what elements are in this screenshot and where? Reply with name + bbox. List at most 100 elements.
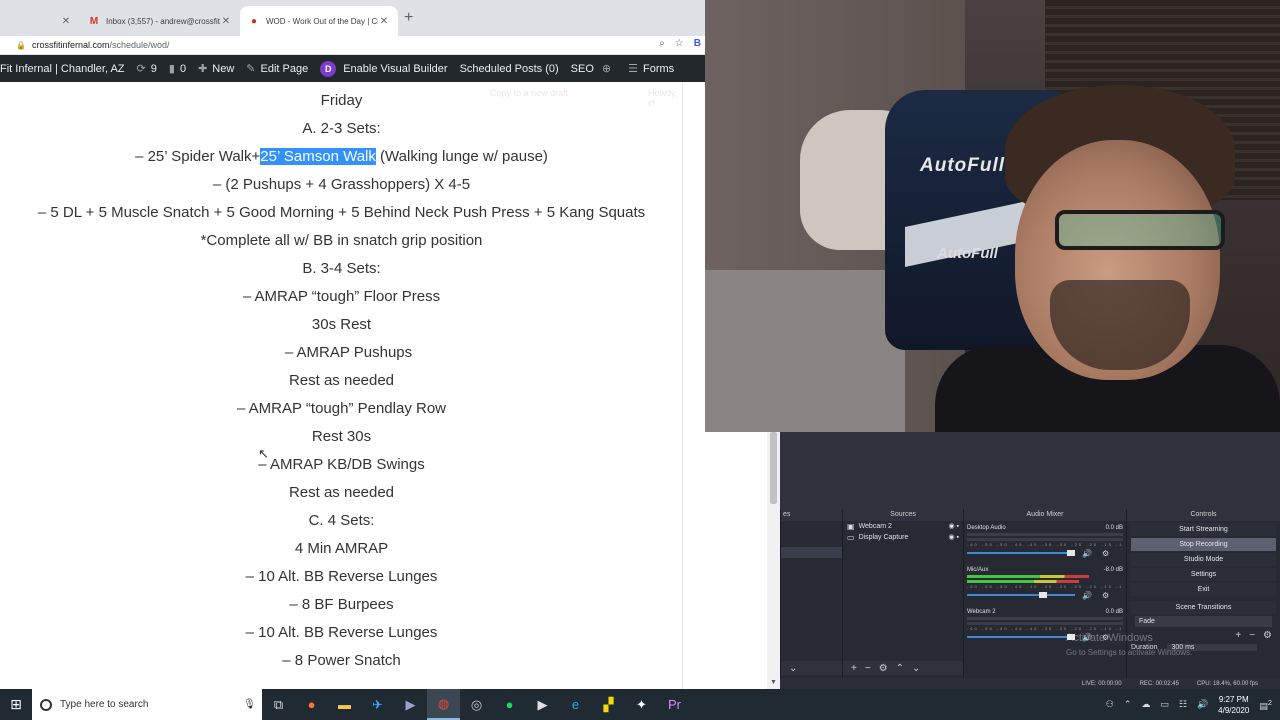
stop-recording-button[interactable]: Stop Recording xyxy=(1131,538,1276,551)
zoom-icon[interactable]: ⌕ xyxy=(659,38,665,49)
taskbar-search-box[interactable]: Type here to search 🎙 xyxy=(32,689,262,720)
add-icon[interactable]: + xyxy=(1235,630,1241,641)
add-icon[interactable]: + xyxy=(851,663,857,674)
admin-bar-updates[interactable]: ⟳ 9 xyxy=(137,62,157,76)
taskbar-clock[interactable]: 9:27 PM 4/9/2020 xyxy=(1218,694,1249,716)
eye-icon[interactable]: ◉ ▪ xyxy=(948,532,959,543)
webcam-sofa xyxy=(705,270,905,432)
volume-icon[interactable]: 🔊 xyxy=(1197,699,1208,710)
wod-line: Rest 30s xyxy=(311,428,372,445)
premiere-icon[interactable]: Pr xyxy=(658,689,691,720)
volume-meter xyxy=(967,575,1089,578)
transition-select[interactable]: Fade xyxy=(1135,616,1272,627)
desktop-screen: ✕ M Inbox (3,557) - andrew@crossfiti ✕ ●… xyxy=(0,0,1280,720)
wod-line: – 10 Alt. BB Reverse Lunges xyxy=(245,568,438,585)
volume-slider[interactable]: 🔊 ⚙ xyxy=(967,549,1123,558)
address-bar[interactable]: 🔒 crossfitinfernal.com/schedule/wod/ ⌕ ☆… xyxy=(0,36,705,55)
settings-button[interactable]: Settings xyxy=(1131,568,1276,581)
comment-icon: ▮ xyxy=(168,63,175,75)
bookmark-star-icon[interactable]: ☆ xyxy=(675,38,684,49)
sticky-app-icon[interactable]: ▞ xyxy=(592,689,625,720)
obs-icon[interactable]: ◎ xyxy=(460,689,493,720)
transition-toolbar: + − ⚙ xyxy=(1135,630,1272,641)
admin-bar-comments[interactable]: ▮ 0 xyxy=(168,62,186,76)
live-timer: LIVE: 00:00:00 xyxy=(1081,680,1122,687)
admin-bar-visual-builder[interactable]: D Enable Visual Builder xyxy=(320,60,448,77)
speaker-icon[interactable]: 🔊 xyxy=(1082,591,1092,600)
notification-count: 2 xyxy=(1267,697,1272,707)
controls-header: Controls xyxy=(1127,509,1280,521)
gear-icon[interactable]: ⚙ xyxy=(1263,630,1272,641)
extension-icon[interactable]: B xyxy=(694,38,701,49)
gear-icon[interactable]: ⚙ xyxy=(879,663,888,674)
scrollbar-thumb[interactable] xyxy=(770,432,777,504)
admin-bar-new[interactable]: ✚ New xyxy=(198,62,234,76)
media-player-icon[interactable]: ▶ xyxy=(394,689,427,720)
move-down-icon[interactable]: ⌄ xyxy=(912,663,920,674)
gmail-icon: M xyxy=(89,15,99,27)
cloud-icon[interactable]: ☁ xyxy=(1141,699,1150,710)
page-scrollbar[interactable]: ▼ xyxy=(767,432,780,689)
notification-icon[interactable]: ▤2 xyxy=(1259,698,1272,712)
lock-icon: 🔒 xyxy=(16,40,26,50)
close-icon[interactable]: ✕ xyxy=(60,16,72,27)
mixer-channel-db: 0.0 dB xyxy=(1105,525,1123,531)
task-view-icon[interactable]: ⧉ xyxy=(262,689,295,720)
scene-item[interactable] xyxy=(781,547,842,558)
admin-bar-seo[interactable]: SEO ⊕ xyxy=(571,62,616,76)
new-tab-icon[interactable]: + xyxy=(404,9,413,27)
file-explorer-icon[interactable]: ▬ xyxy=(328,689,361,720)
start-streaming-button[interactable]: Start Streaming xyxy=(1131,523,1276,536)
chevron-up-icon[interactable]: ⌃ xyxy=(1124,699,1132,710)
battery-icon[interactable]: ▭ xyxy=(1160,699,1169,710)
remove-icon[interactable]: − xyxy=(1249,630,1255,641)
edge-icon[interactable]: e xyxy=(559,689,592,720)
chevron-down-icon[interactable]: ⌄ xyxy=(789,663,797,674)
source-item[interactable]: ▭ Display Capture ◉ ▪ xyxy=(843,532,963,543)
chrome-icon[interactable]: ◍ xyxy=(427,689,460,720)
admin-bar-edit-page[interactable]: ✎ Edit Page xyxy=(246,62,308,76)
speaker-icon[interactable]: 🔊 xyxy=(1082,549,1092,558)
browser-tab-1[interactable]: ✕ xyxy=(0,6,80,36)
wod-line: – AMRAP “tough” Pendlay Row xyxy=(237,400,446,417)
sources-toolbar: + − ⚙ ⌃ ⌄ xyxy=(843,661,963,675)
firefox-icon[interactable]: ● xyxy=(295,689,328,720)
app-settings-icon[interactable]: ✦ xyxy=(625,689,658,720)
person-icon[interactable]: ⚇ xyxy=(1106,699,1114,710)
video-app-icon[interactable]: ▶ xyxy=(526,689,559,720)
wod-line: – AMRAP KB/DB Swings xyxy=(258,456,425,473)
source-item[interactable]: ▣ Webcam 2 ◉ ▪ xyxy=(843,521,963,532)
network-icon[interactable]: ☷ xyxy=(1179,699,1187,710)
mixer-channel-name: Webcam 2 xyxy=(967,609,996,615)
browser-tab-gmail[interactable]: M Inbox (3,557) - andrew@crossfiti ✕ xyxy=(80,6,240,36)
studio-mode-button[interactable]: Studio Mode xyxy=(1131,553,1276,566)
url-host: crossfitinfernal.com xyxy=(31,40,110,50)
url-text[interactable]: crossfitinfernal.com/schedule/wod/ xyxy=(32,40,170,50)
browser-tab-wod[interactable]: ● WOD - Work Out of the Day | Cr ✕ xyxy=(240,6,398,36)
gear-icon[interactable]: ⚙ xyxy=(1102,591,1109,600)
slider-knob[interactable] xyxy=(1039,592,1047,598)
mouse-cursor-icon: ↖ xyxy=(258,446,269,461)
updates-count: 9 xyxy=(150,62,157,75)
windows-start-icon[interactable]: ⊞ xyxy=(0,689,32,720)
scroll-down-arrow-icon[interactable]: ▼ xyxy=(767,679,780,689)
admin-bar-scheduled-posts[interactable]: Scheduled Posts (0) xyxy=(460,63,559,75)
microphone-icon[interactable]: 🎙 xyxy=(243,699,256,710)
admin-bar-site-name[interactable]: Fit Infernal | Chandler, AZ xyxy=(0,63,125,75)
volume-meter xyxy=(967,617,1123,620)
close-icon[interactable]: ✕ xyxy=(220,16,232,27)
scenes-header: es xyxy=(781,509,842,521)
pencil-icon: ✎ xyxy=(246,63,256,75)
visual-builder-label: Enable Visual Builder xyxy=(343,62,448,75)
admin-bar-forms[interactable]: ☰ Forms xyxy=(628,62,674,76)
remove-icon[interactable]: − xyxy=(865,663,871,674)
volume-slider[interactable]: 🔊 ⚙ xyxy=(967,591,1123,600)
exit-button[interactable]: Exit xyxy=(1131,583,1276,596)
spotify-icon[interactable]: ● xyxy=(493,689,526,720)
close-icon[interactable]: ✕ xyxy=(378,16,390,27)
move-up-icon[interactable]: ⌃ xyxy=(896,663,904,674)
eye-icon[interactable]: ◉ ▪ xyxy=(948,521,959,532)
app-icon[interactable]: ✈ xyxy=(361,689,394,720)
gear-icon[interactable]: ⚙ xyxy=(1102,549,1109,558)
slider-knob[interactable] xyxy=(1067,550,1075,556)
